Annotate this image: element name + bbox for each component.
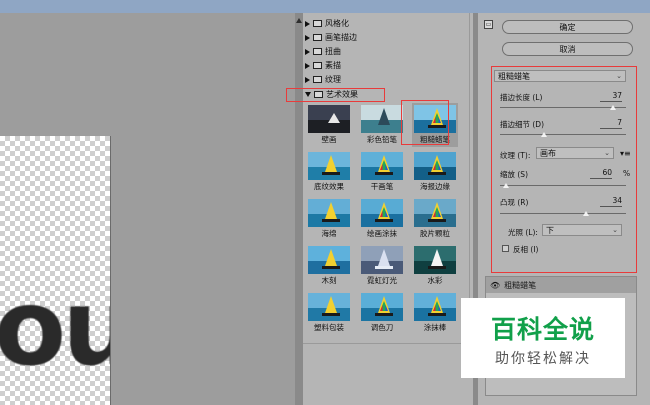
filter-thumb-colored-pencil[interactable]: 彩色铅笔 [359,103,405,147]
expand-arrow-icon [305,48,310,55]
ok-button[interactable]: 确定 [502,20,633,34]
filter-thumb-poster-edges[interactable]: 海报边缘 [412,150,458,194]
filter-thumb-cutout[interactable]: 木刻 [306,244,352,288]
watermark-subtitle: 助你轻松解决 [495,351,591,367]
folder-texture[interactable]: 纹理 [305,73,341,86]
folder-stylize[interactable]: 风格化 [305,17,349,30]
filter-thumb-film-grain[interactable]: 胶片颗粒 [412,197,458,241]
filter-gallery-list: 风格化 画笔描边 扭曲 素描 纹理 艺术效果 壁画 彩色铅笔 粗糙蜡笔 底纹效果… [303,13,470,344]
annotation-box-folder [286,88,385,102]
cancel-button[interactable]: 取消 [502,42,633,56]
collapse-arrow-icon[interactable] [296,18,302,23]
preview-text: ou [0,267,110,389]
folder-icon [313,76,322,83]
effect-layer-label: 粗糙蜡笔 [504,280,537,290]
expand-arrow-icon [305,34,310,41]
filter-thumb-smudge-stick[interactable]: 涂抹棒 [412,291,458,335]
eye-icon[interactable]: 👁 [490,281,500,290]
annotation-box-settings [491,66,637,273]
filter-thumb-watercolor[interactable]: 水彩 [412,244,458,288]
filter-thumb-dry-brush[interactable]: 干画笔 [359,150,405,194]
expand-arrow-icon [305,20,310,27]
preview-toggle-icon[interactable]: ▭ [484,20,493,29]
effect-layer-row[interactable]: 👁 粗糙蜡笔 [486,277,636,293]
filter-thumb-fresco[interactable]: 壁画 [306,103,352,147]
filter-gallery: 风格化 画笔描边 扭曲 素描 纹理 艺术效果 壁画 彩色铅笔 粗糙蜡笔 底纹效果… [286,13,473,405]
folder-brush-strokes[interactable]: 画笔描边 [305,31,357,44]
folder-sketch[interactable]: 素描 [305,59,341,72]
folder-icon [313,48,322,55]
filter-thumb-underpainting[interactable]: 底纹效果 [306,150,352,194]
filter-thumb-plastic-wrap[interactable]: 塑料包装 [306,291,352,335]
folder-icon [313,20,322,27]
filter-thumb-paint-daubs[interactable]: 绘画涂抹 [359,197,405,241]
folder-icon [313,34,322,41]
panel-divider [295,13,303,405]
preview-area[interactable]: ou [0,13,295,405]
filter-thumb-palette-knife[interactable]: 调色刀 [359,291,405,335]
folder-distort[interactable]: 扭曲 [305,45,341,58]
filter-thumb-neon-glow[interactable]: 霓虹灯光 [359,244,405,288]
expand-arrow-icon [305,76,310,83]
watermark-logo: 百科全说 助你轻松解决 [461,298,625,378]
annotation-box-thumbnail [401,100,449,145]
expand-arrow-icon [305,62,310,69]
preview-canvas: ou [0,136,110,405]
watermark-title: 百科全说 [490,315,595,344]
folder-icon [313,62,322,69]
filter-thumb-sponge[interactable]: 海绵 [306,197,352,241]
window-title-strip [0,0,650,13]
